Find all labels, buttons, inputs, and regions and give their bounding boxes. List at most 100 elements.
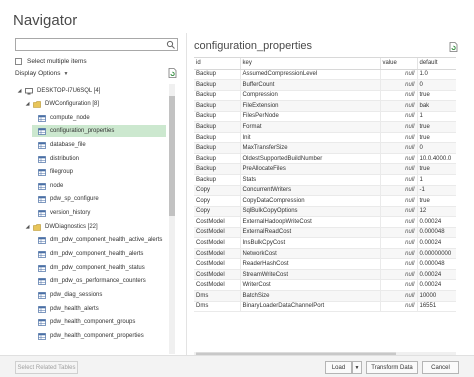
tree-item-table[interactable]: compute_node xyxy=(32,112,166,124)
cell-key: BinaryLoaderDataChannelPort xyxy=(240,301,381,313)
window-title: Navigator xyxy=(13,12,78,29)
cell-id: Backup xyxy=(194,163,241,175)
cancel-button[interactable]: Cancel xyxy=(422,361,459,374)
tree-item-table[interactable]: pdw_diag_sessions xyxy=(32,289,166,301)
cell-id: CostModel xyxy=(194,216,241,228)
table-icon xyxy=(38,305,46,313)
cell-key: Compression xyxy=(240,90,381,102)
table-row: Backup BufferCount null 0 xyxy=(194,79,456,91)
tree-item-server[interactable]: ◢ DESKTOP-I7U6SQL [4] xyxy=(16,85,166,97)
column-header-value[interactable]: value xyxy=(380,58,418,70)
cell-id: Backup xyxy=(194,90,241,102)
tree-item-label: pdw_health_alerts xyxy=(50,306,99,312)
cell-id: CostModel xyxy=(194,237,241,249)
tree-item-label: DWDiagnostics [22] xyxy=(45,224,98,230)
column-header-id[interactable]: id xyxy=(194,58,241,70)
cell-default: 1 xyxy=(417,111,456,123)
table-row: Dms BatchSize null 10000 xyxy=(194,290,456,302)
expand-toggle-icon[interactable]: ◢ xyxy=(16,88,23,94)
tree-item-table[interactable]: dm_pdw_component_health_status xyxy=(32,262,166,274)
display-options-dropdown[interactable]: Display Options ▼ xyxy=(15,70,68,77)
table-row: Backup FilesPerNode null 1 xyxy=(194,111,456,123)
table-row: Backup Format null true xyxy=(194,121,456,133)
table-row: Backup PreAllocateFiles null true xyxy=(194,163,456,175)
tree-item-table[interactable]: dm_pdw_os_performance_counters xyxy=(32,275,166,287)
tree-scrollbar[interactable] xyxy=(169,84,175,354)
tree-item-database[interactable]: ◢ DWDiagnostics [22] xyxy=(24,221,166,233)
tree-item-table[interactable]: dm_pdw_component_health_active_alerts xyxy=(32,234,166,246)
cell-key: StreamWriteCost xyxy=(240,269,381,281)
tree-item-label: distribution xyxy=(50,156,80,162)
tree-item-table[interactable]: pdw_health_alerts xyxy=(32,303,166,315)
cell-value: null xyxy=(380,227,418,239)
cell-value: null xyxy=(380,290,418,302)
tree-item-label: DESKTOP-I7U6SQL [4] xyxy=(37,88,101,94)
cell-value: null xyxy=(380,195,418,207)
refresh-preview-icon[interactable] xyxy=(449,42,458,52)
expand-toggle-icon[interactable]: ◢ xyxy=(24,101,31,107)
cell-key: BatchSize xyxy=(240,290,381,302)
cell-value: null xyxy=(380,269,418,281)
tree-item-table[interactable]: pdw_health_component_groups xyxy=(32,316,166,328)
cell-id: Backup xyxy=(194,121,241,133)
tree-item-table[interactable]: version_history xyxy=(32,207,166,219)
cell-value: null xyxy=(380,185,418,197)
table-row: Copy SqlBulkCopyOptions null 12 xyxy=(194,206,456,218)
table-row: CostModel StreamWriteCost null 0.00024 xyxy=(194,269,456,281)
cell-default: 0.00024 xyxy=(417,216,456,228)
tree-item-table[interactable]: filegroup xyxy=(32,166,166,178)
database-icon xyxy=(33,100,41,108)
search-input[interactable] xyxy=(15,38,178,51)
cell-id: CostModel xyxy=(194,279,241,291)
load-button[interactable]: Load xyxy=(325,361,352,374)
pane-divider[interactable] xyxy=(186,33,187,356)
column-header-default[interactable]: default xyxy=(417,58,456,70)
expand-toggle-icon[interactable]: ◢ xyxy=(24,224,31,230)
select-related-tables-button[interactable]: Select Related Tables xyxy=(15,361,78,374)
table-header-row: id key value default xyxy=(194,58,456,70)
table-icon xyxy=(38,291,46,299)
tree-scrollbar-thumb[interactable] xyxy=(169,96,175,216)
tree-item-database[interactable]: ◢ DWConfiguration [8] xyxy=(24,98,166,110)
cell-key: ReaderHashCost xyxy=(240,258,381,270)
cell-value: null xyxy=(380,121,418,133)
select-multiple-items[interactable]: Select multiple items xyxy=(15,57,87,66)
tree-item-label: pdw_health_component_groups xyxy=(50,319,136,325)
search-icon[interactable] xyxy=(166,40,176,49)
refresh-document-icon[interactable] xyxy=(168,68,177,78)
select-multiple-checkbox[interactable] xyxy=(15,58,22,65)
cell-value: null xyxy=(380,79,418,91)
column-header-key[interactable]: key xyxy=(240,58,381,70)
tree-item-table[interactable]: dm_pdw_component_health_alerts xyxy=(32,248,166,260)
cell-value: null xyxy=(380,279,418,291)
cell-id: CostModel xyxy=(194,248,241,260)
cell-key: FileExtension xyxy=(240,100,381,112)
tree-item-table[interactable]: database_file xyxy=(32,139,166,151)
tree-item-table[interactable]: pdw_health_component_properties xyxy=(32,330,166,342)
cell-value: null xyxy=(380,206,418,218)
table-icon xyxy=(38,236,46,244)
table-row: Copy CopyDataCompression null true xyxy=(194,195,456,207)
table-row: CostModel InsBulkCpyCost null 0.00024 xyxy=(194,237,456,249)
cell-value: null xyxy=(380,258,418,270)
transform-data-button[interactable]: Transform Data xyxy=(366,361,418,374)
table-row: Dms BinaryLoaderDataChannelPort null 16551 xyxy=(194,301,456,313)
cell-default: 0.00024 xyxy=(417,269,456,281)
cell-default: 0.000048 xyxy=(417,227,456,239)
cell-default: 0.00024 xyxy=(417,237,456,249)
tree-item-label: node xyxy=(50,183,64,189)
cell-key: Format xyxy=(240,121,381,133)
cell-id: Backup xyxy=(194,69,241,81)
tree-item-table[interactable]: distribution xyxy=(32,153,166,165)
tree-item-label: pdw_health_component_properties xyxy=(50,333,144,339)
cell-default: 0.00024 xyxy=(417,279,456,291)
cell-value: null xyxy=(380,132,418,144)
tree-item-table[interactable]: node xyxy=(32,180,166,192)
load-dropdown-button[interactable]: ▼ xyxy=(352,361,362,374)
cell-default: true xyxy=(417,195,456,207)
cell-key: FilesPerNode xyxy=(240,111,381,123)
tree-item-table[interactable]: pdw_sp_configure xyxy=(32,193,166,205)
table-icon xyxy=(38,114,46,122)
table-icon xyxy=(38,250,46,258)
tree-item-table[interactable]: configuration_properties xyxy=(32,125,166,137)
